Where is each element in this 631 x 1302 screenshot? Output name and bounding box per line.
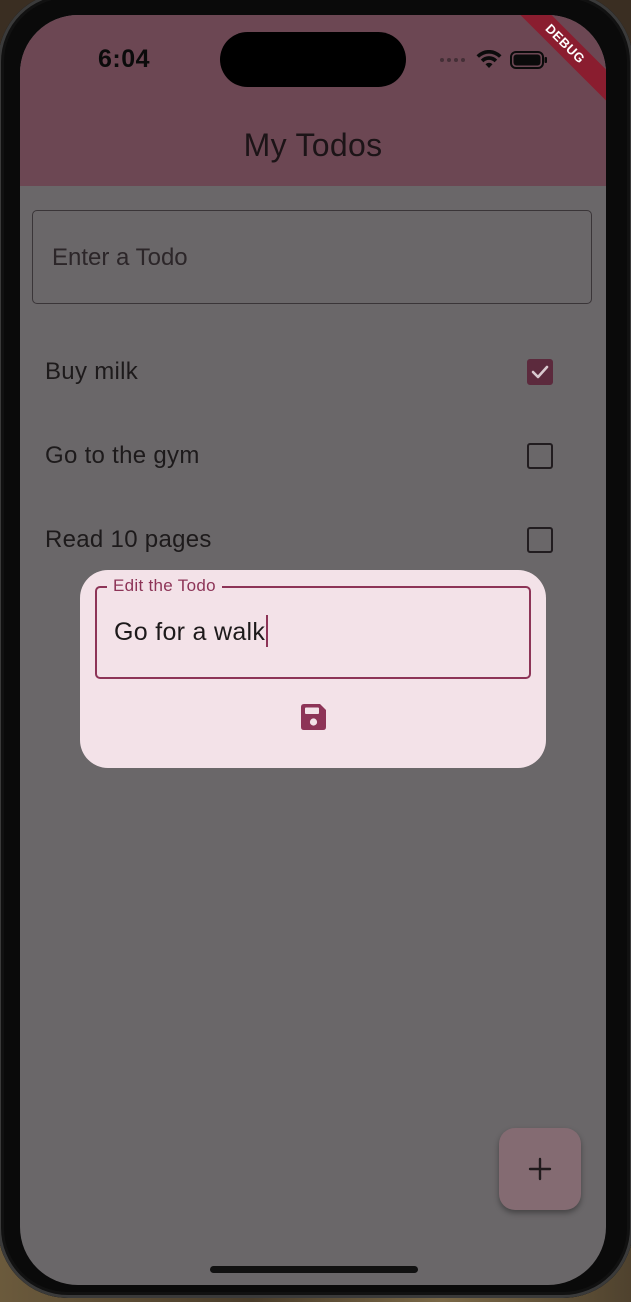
dynamic-island	[220, 32, 406, 87]
signal-dots-icon	[440, 57, 468, 63]
add-todo-button[interactable]	[499, 1128, 581, 1210]
edit-todo-value: Go for a walk	[114, 618, 266, 646]
status-time: 6:04	[98, 45, 151, 73]
battery-icon	[510, 50, 548, 70]
plus-icon	[528, 1157, 552, 1181]
edit-todo-input[interactable]: Go for a walk	[114, 615, 269, 648]
edit-todo-field-label: Edit the Todo	[107, 576, 222, 596]
app-screen: 6:04 DEBUG My Todos Enter a Todo Buy mil…	[20, 15, 606, 1285]
todo-input[interactable]	[50, 211, 574, 305]
edit-todo-field[interactable]: Edit the Todo Go for a walk	[95, 576, 531, 679]
todo-label: Go to the gym	[45, 442, 200, 469]
todo-item[interactable]: Buy milk	[20, 330, 606, 414]
page-title: My Todos	[243, 127, 383, 163]
text-cursor	[266, 615, 269, 648]
todo-item[interactable]: Go to the gym	[20, 414, 606, 498]
save-button[interactable]	[296, 700, 330, 734]
todo-checkbox[interactable]	[527, 527, 553, 553]
wifi-icon	[476, 50, 502, 70]
checkmark-icon	[531, 365, 549, 379]
status-icons	[440, 49, 548, 71]
todo-checkbox-checked[interactable]	[527, 359, 553, 385]
home-indicator[interactable]	[210, 1266, 418, 1273]
edit-todo-dialog: Edit the Todo Go for a walk	[80, 570, 546, 768]
save-icon	[301, 704, 326, 730]
todo-label: Read 10 pages	[45, 526, 212, 553]
todo-list: Buy milk Go to the gym Read 10 pages	[20, 330, 606, 582]
app-bar: 6:04 DEBUG My Todos	[20, 15, 606, 186]
todo-input-field[interactable]	[32, 210, 592, 305]
todo-checkbox[interactable]	[527, 443, 553, 469]
todo-label: Buy milk	[45, 358, 139, 385]
